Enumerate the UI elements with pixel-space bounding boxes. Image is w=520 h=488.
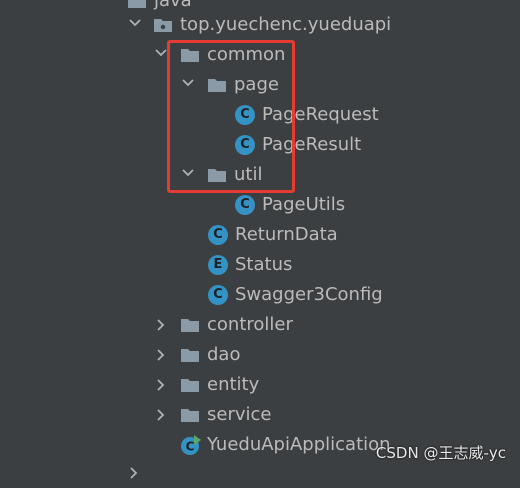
- package-icon: [153, 17, 173, 33]
- tree-item-entity[interactable]: entity: [180, 370, 259, 400]
- folder-icon: [127, 0, 147, 9]
- tree-item-label: Swagger3Config: [235, 284, 383, 305]
- svg-text:C: C: [186, 440, 195, 454]
- tree-item-service[interactable]: service: [180, 400, 271, 430]
- tree-item-label: controller: [207, 314, 293, 335]
- tree-item-label: entity: [207, 374, 260, 395]
- tree-item-application[interactable]: C YueduApiApplication: [180, 430, 391, 460]
- folder-icon: [180, 347, 200, 363]
- watermark: CSDN @王志威-yc: [375, 444, 506, 462]
- class-icon: C: [208, 225, 228, 245]
- tree-item-label: Status: [235, 254, 293, 275]
- chevron-right-icon[interactable]: [154, 378, 168, 392]
- tree-item-page-utils[interactable]: C PageUtils: [235, 190, 345, 220]
- tree-item-label: ReturnData: [235, 224, 338, 245]
- folder-icon: [180, 317, 200, 333]
- chevron-down-icon[interactable]: [128, 16, 142, 30]
- spring-app-icon: C: [180, 434, 202, 456]
- chevron-right-icon[interactable]: [154, 348, 168, 362]
- chevron-right-icon[interactable]: [154, 408, 168, 422]
- enum-icon: E: [208, 255, 228, 275]
- chevron-right-icon[interactable]: [154, 318, 168, 332]
- project-tree: java top.yuechenc.yueduapi common page C…: [0, 0, 520, 479]
- tree-item-label: YueduApiApplication: [207, 434, 391, 455]
- folder-icon: [180, 407, 200, 423]
- tree-item-label: dao: [207, 344, 241, 365]
- tree-item-swagger3config[interactable]: C Swagger3Config: [208, 280, 383, 310]
- tree-item-controller[interactable]: controller: [180, 310, 293, 340]
- tree-item-return-data[interactable]: C ReturnData: [208, 220, 338, 250]
- tree-item-partial[interactable]: [127, 458, 151, 488]
- tree-item-status[interactable]: E Status: [208, 250, 292, 280]
- tree-item-package[interactable]: top.yuechenc.yueduapi: [153, 10, 391, 40]
- tree-item-label: service: [207, 404, 272, 425]
- tree-item-dao[interactable]: dao: [180, 340, 240, 370]
- chevron-down-icon[interactable]: [154, 46, 168, 60]
- class-icon: C: [235, 195, 255, 215]
- folder-icon: [180, 377, 200, 393]
- tree-item-label: PageUtils: [262, 194, 346, 215]
- tree-item-label: top.yuechenc.yueduapi: [180, 14, 392, 35]
- chevron-right-icon: [127, 466, 141, 480]
- highlight-box: [167, 40, 295, 193]
- class-icon: C: [208, 285, 228, 305]
